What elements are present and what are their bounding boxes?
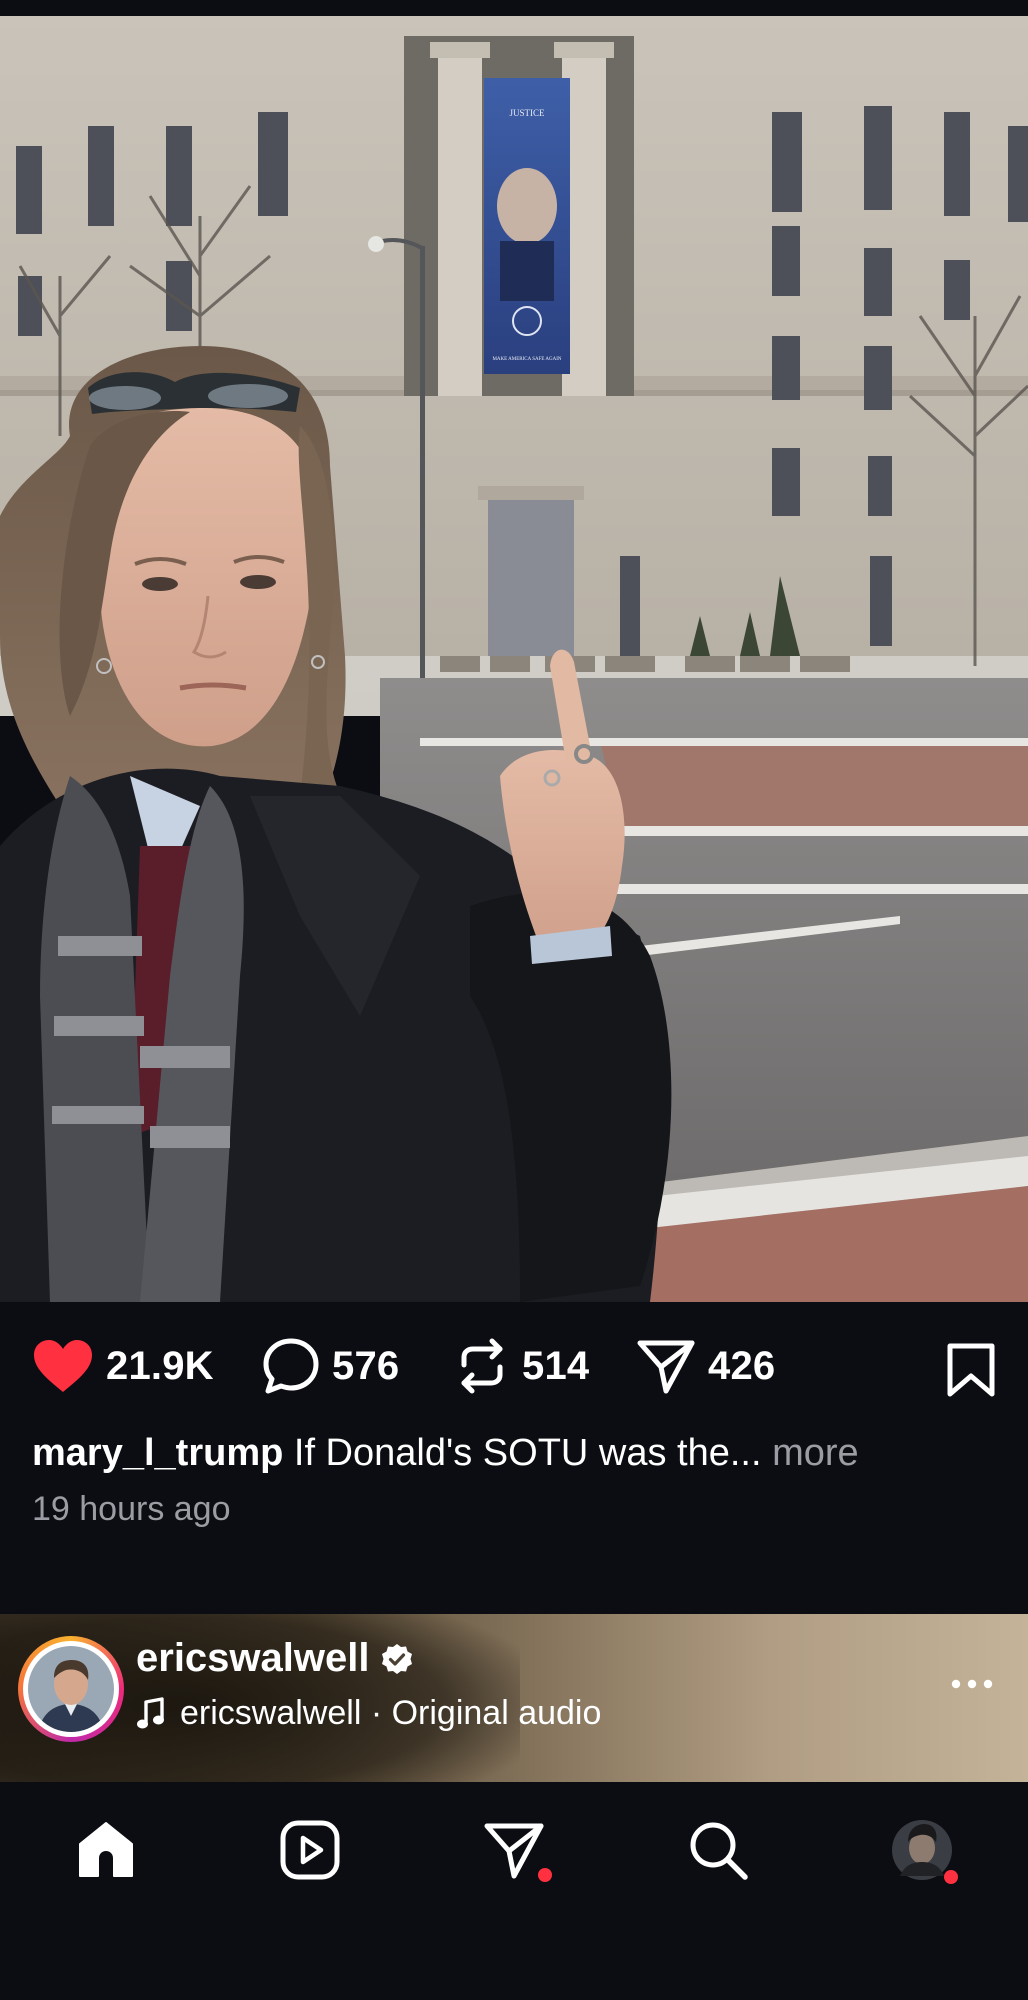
bookmark-icon	[947, 1343, 995, 1397]
home-icon	[79, 1822, 133, 1877]
comment-icon	[263, 1338, 319, 1394]
repost-icon	[461, 1338, 503, 1394]
ellipsis-icon	[951, 1679, 993, 1689]
like-count: 21.9K	[106, 1343, 214, 1388]
share-button[interactable]: 426	[636, 1338, 775, 1394]
direct-messages-icon	[484, 1823, 544, 1879]
messages-notification-dot	[538, 1868, 552, 1882]
share-count: 426	[708, 1343, 776, 1388]
reels-icon	[280, 1820, 340, 1880]
next-post-user[interactable]: ericswalwell	[136, 1636, 413, 1681]
music-note-icon	[137, 1696, 164, 1728]
audio-link[interactable]: ericswalwell · Original audio	[136, 1694, 601, 1733]
more-link[interactable]: more	[762, 1432, 859, 1474]
nav-profile[interactable]	[886, 1814, 958, 1886]
more-options-button[interactable]	[950, 1674, 994, 1694]
nav-reels[interactable]	[274, 1814, 346, 1886]
heart-icon	[34, 1340, 92, 1392]
caption-username[interactable]: mary_l_trump	[32, 1432, 283, 1474]
post-photo[interactable]: JUSTICE MAKE AMERICA SAFE AGAIN	[0, 16, 1028, 1302]
audio-label: ericswalwell · Original audio	[180, 1694, 602, 1732]
send-icon	[637, 1340, 695, 1394]
like-button[interactable]: 21.9K	[32, 1338, 214, 1394]
banner-slogan: MAKE AMERICA SAFE AGAIN	[492, 357, 561, 362]
banner-title: JUSTICE	[509, 108, 545, 118]
repost-button[interactable]: 514	[454, 1338, 589, 1394]
repost-count: 514	[522, 1343, 590, 1388]
nav-search[interactable]	[682, 1814, 754, 1886]
nav-home[interactable]	[70, 1814, 142, 1886]
caption-text: If Donald's SOTU was the...	[283, 1432, 762, 1474]
bottom-navigation	[0, 1782, 1028, 2000]
post-actions: 21.9K 576 514 426	[0, 1302, 1028, 1428]
nav-messages[interactable]	[478, 1814, 552, 1886]
verified-badge-icon	[382, 1643, 413, 1674]
avatar	[28, 1646, 114, 1732]
comment-button[interactable]: 576	[262, 1338, 399, 1394]
search-icon	[690, 1822, 748, 1880]
next-post-header: ericswalwell ericswalwell · Original aud…	[0, 1614, 1028, 1782]
post-caption: mary_l_trump If Donald's SOTU was the...…	[32, 1428, 1002, 1478]
save-button[interactable]	[944, 1342, 998, 1398]
story-ring-avatar[interactable]	[18, 1636, 124, 1742]
post-timestamp: 19 hours ago	[32, 1490, 231, 1528]
comment-count: 576	[332, 1343, 400, 1388]
status-bar	[0, 0, 1028, 16]
profile-notification-dot	[944, 1870, 958, 1884]
next-post-username[interactable]: ericswalwell	[136, 1636, 369, 1681]
